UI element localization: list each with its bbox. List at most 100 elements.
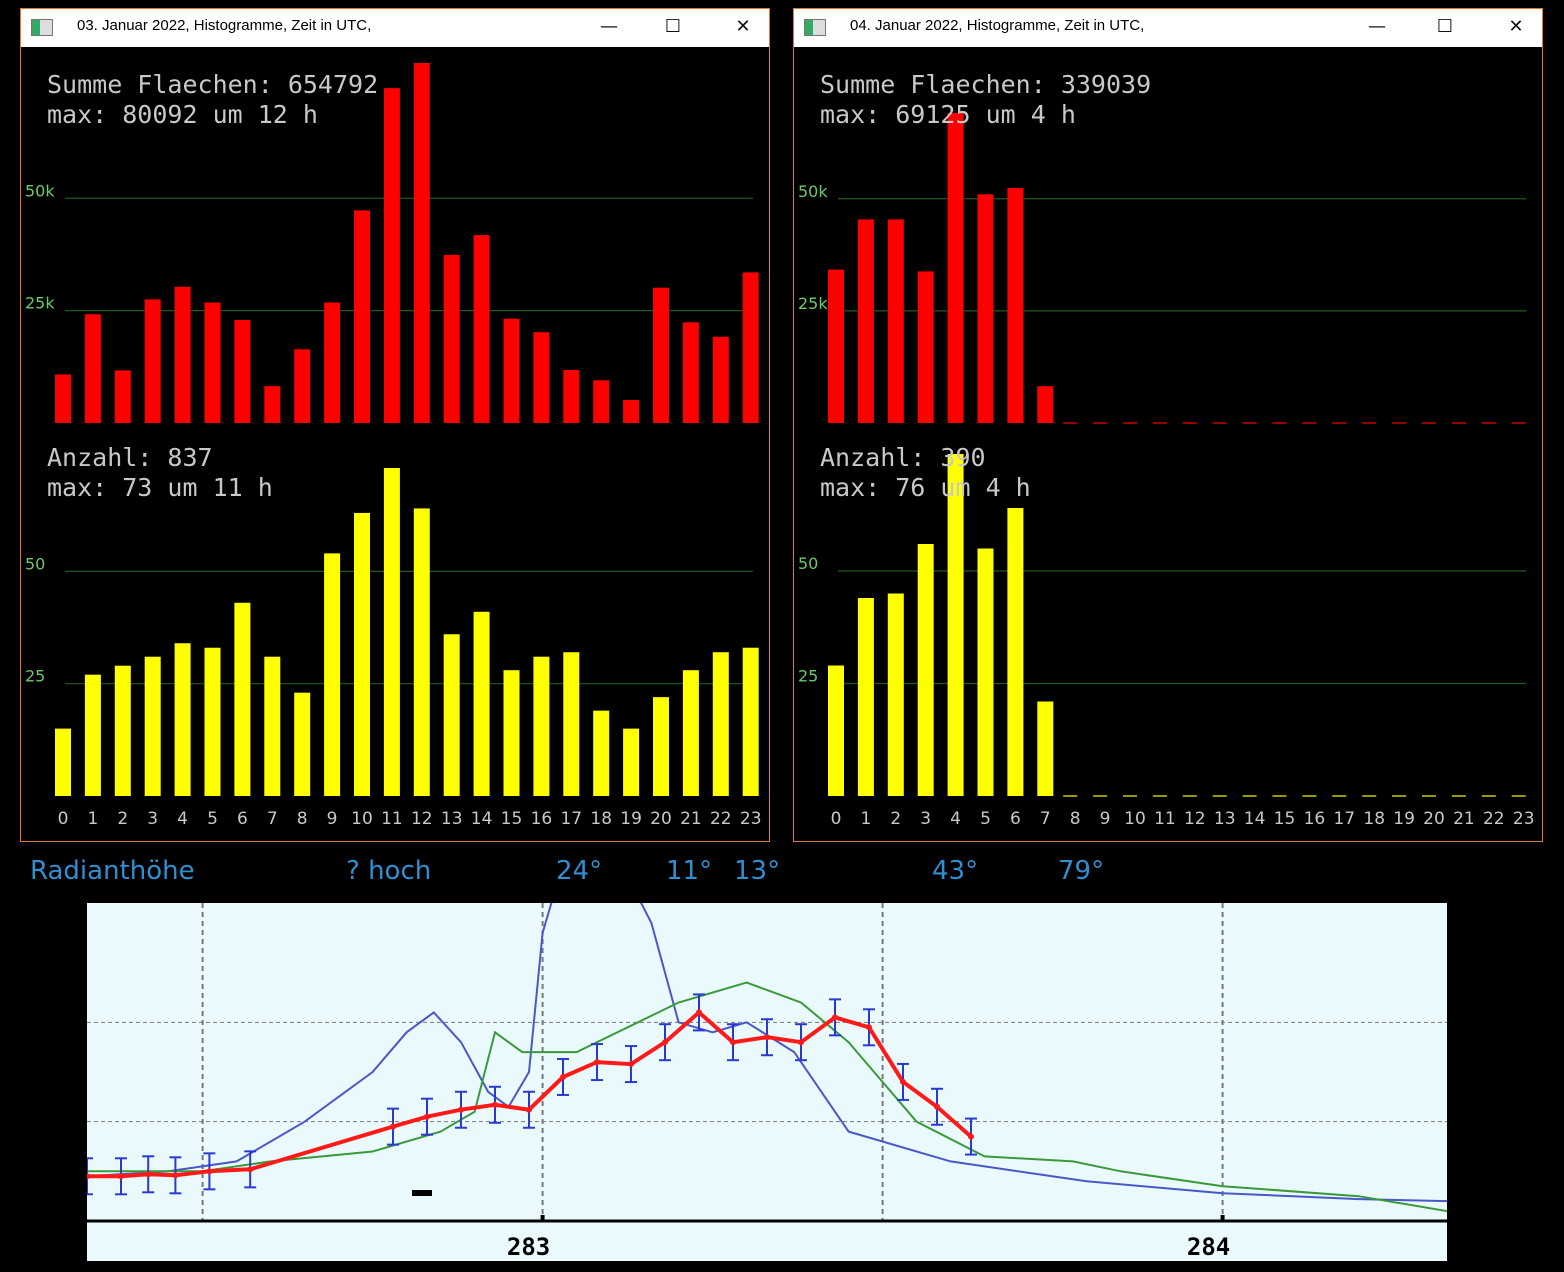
bar — [473, 611, 490, 796]
data-point — [798, 1039, 804, 1046]
radiant-height-label: Radianthöhe — [30, 856, 195, 886]
bar — [653, 697, 669, 796]
data-point — [832, 1014, 838, 1021]
x-tick-label: 10 — [1124, 809, 1146, 829]
bar — [324, 302, 341, 423]
histogram-canvas: 50k 25k Summe Flaechen: 654792max: 80092 u… — [25, 63, 762, 829]
x-tick-label: 8 — [1070, 809, 1081, 829]
summary-total: Summe Flaechen: 654792 — [47, 70, 378, 99]
x-tick-label: 19 — [620, 809, 642, 829]
x-tick-label: 9 — [327, 809, 338, 829]
bar — [742, 272, 759, 423]
bar — [977, 548, 994, 796]
data-point — [968, 1133, 974, 1140]
bar — [712, 652, 729, 796]
bar — [383, 88, 400, 423]
x-tick-label: 22 — [710, 809, 732, 829]
x-tick-label: 5 — [980, 809, 991, 829]
bar — [533, 656, 550, 796]
x-tick-label: 18 — [590, 809, 612, 829]
close-button[interactable]: ✕ — [1496, 11, 1536, 43]
bar — [354, 512, 370, 796]
bar — [204, 647, 221, 796]
bar — [294, 692, 311, 796]
x-tick-label: 11 — [381, 809, 403, 829]
bar — [234, 320, 251, 423]
y-tick-label: 50k — [25, 181, 55, 200]
bar — [174, 643, 191, 796]
x-tick-label: 16 — [1304, 809, 1326, 829]
bar — [828, 269, 844, 423]
x-tick-label: 8 — [297, 809, 308, 829]
x-tick-label: 0 — [58, 809, 69, 829]
maximize-button[interactable]: ☐ — [1425, 11, 1465, 43]
data-point — [628, 1061, 634, 1068]
bar — [682, 670, 699, 796]
x-tick-label: 13 — [1214, 809, 1236, 829]
data-point — [934, 1103, 940, 1110]
data-point — [172, 1172, 179, 1179]
bar — [144, 299, 161, 423]
data-point — [866, 1024, 872, 1031]
x-tick-label: 19 — [1393, 809, 1415, 829]
bar — [947, 454, 964, 796]
data-point — [492, 1101, 498, 1108]
series-line — [87, 981, 1447, 1213]
data-point — [900, 1078, 906, 1085]
x-tick-label: 7 — [267, 809, 278, 829]
y-tick-label: 25k — [798, 294, 828, 313]
data-point — [87, 1173, 90, 1180]
data-point — [560, 1073, 566, 1080]
data-point — [526, 1106, 532, 1113]
app-icon — [31, 19, 53, 36]
bar — [354, 210, 370, 423]
summary-max: max: 80092 um 12 h — [47, 100, 318, 129]
x-tick-label: 14 — [1244, 809, 1266, 829]
bar — [1007, 188, 1024, 423]
minimize-button[interactable]: — — [589, 11, 629, 43]
y-tick-label: 50k — [798, 182, 828, 201]
bar — [55, 728, 71, 796]
window-title: 04. Januar 2022, Histogramme, Zeit in UT… — [850, 17, 1145, 34]
bar — [623, 400, 640, 423]
bar — [294, 349, 311, 423]
bar — [712, 336, 729, 423]
bar — [204, 302, 221, 423]
histogram-window-jan03: 03. Januar 2022, Histogramme, Zeit in UT… — [20, 8, 770, 842]
x-tick-label: 13 — [441, 809, 463, 829]
maximize-button[interactable]: ☐ — [653, 11, 693, 43]
data-point — [118, 1173, 124, 1180]
x-tick-label: 1 — [87, 809, 98, 829]
radiant-value: 13° — [734, 856, 781, 886]
bar — [383, 468, 400, 796]
x-tick-label: 12 — [411, 809, 433, 829]
activity-line-chart: 283 284 — [87, 903, 1447, 1261]
app-icon — [804, 19, 826, 36]
x-tick-label: 23 — [740, 809, 762, 829]
bar — [682, 322, 699, 423]
x-tick-label: 2 — [117, 809, 128, 829]
window-title: 03. Januar 2022, Histogramme, Zeit in UT… — [77, 17, 372, 34]
summary-total: Anzahl: 837 — [47, 443, 213, 472]
data-point — [424, 1113, 430, 1120]
bar — [114, 370, 131, 423]
summary-max: max: 73 um 11 h — [47, 473, 273, 502]
summary-max: max: 76 um 4 h — [820, 473, 1031, 502]
bar — [174, 286, 191, 423]
minimize-button[interactable]: — — [1357, 11, 1397, 43]
x-tick-label: 18 — [1363, 809, 1385, 829]
close-button[interactable]: ✕ — [723, 11, 763, 43]
data-point — [458, 1106, 464, 1113]
summary-total: Anzahl: 390 — [820, 443, 986, 472]
title-bar[interactable]: 04. Januar 2022, Histogramme, Zeit in UT… — [794, 9, 1542, 47]
bar — [1007, 508, 1024, 796]
bar — [503, 318, 520, 423]
histogram-canvas: 50k 25k Summe Flaechen: 339039max: 69125 u… — [798, 70, 1535, 829]
bar — [533, 332, 550, 423]
bar — [264, 656, 281, 796]
bar — [623, 728, 640, 796]
x-tick-label: 12 — [1184, 809, 1206, 829]
title-bar[interactable]: 03. Januar 2022, Histogramme, Zeit in UT… — [21, 9, 769, 47]
x-tick-label: 4 — [177, 809, 188, 829]
x-tick-label: 20 — [1423, 809, 1445, 829]
